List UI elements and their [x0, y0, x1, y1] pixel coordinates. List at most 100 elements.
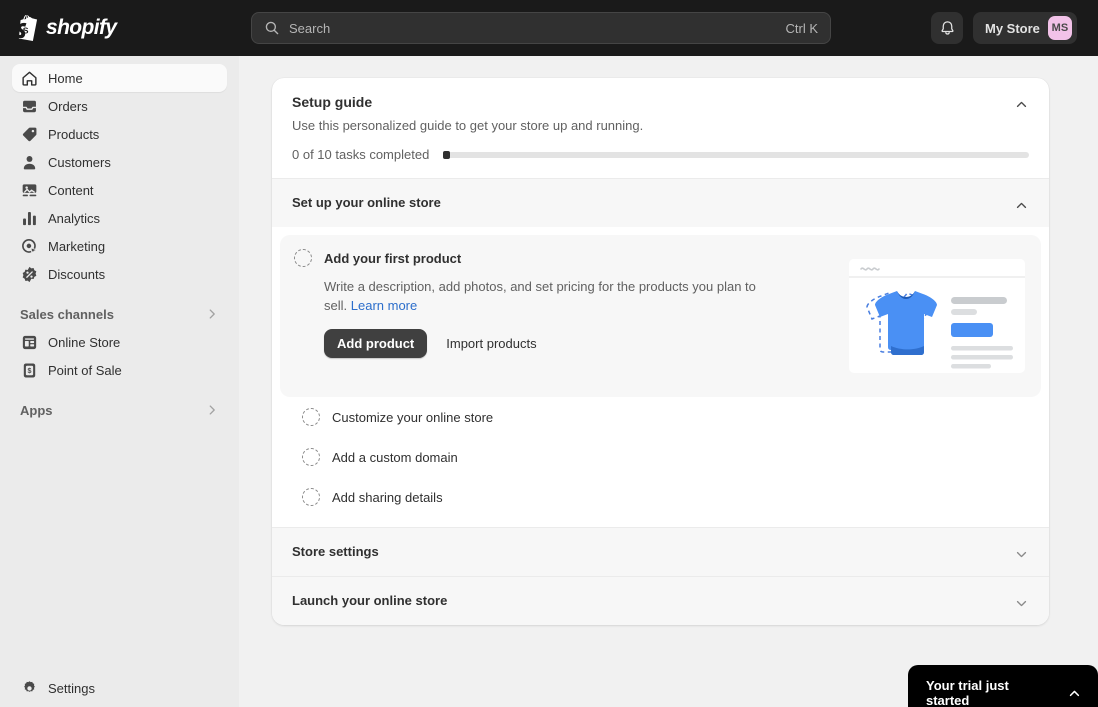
progress-label: 0 of 10 tasks completed: [292, 147, 429, 162]
store-name: My Store: [985, 21, 1040, 36]
sidebar-item-marketing[interactable]: Marketing: [12, 232, 227, 260]
search-input[interactable]: Search Ctrl K: [251, 12, 831, 44]
search-shortcut: Ctrl K: [786, 21, 819, 36]
dashed-circle-icon[interactable]: [302, 408, 320, 426]
product-tag-icon: [20, 125, 39, 144]
sidebar-item-label: Content: [48, 183, 94, 198]
sidebar-section-apps[interactable]: Apps: [12, 396, 227, 424]
setup-progress: 0 of 10 tasks completed: [272, 147, 1049, 178]
chevron-down-icon: [1014, 596, 1029, 611]
task-add-sharing-details[interactable]: Add sharing details: [288, 477, 1033, 517]
chevron-up-icon: [1014, 97, 1029, 112]
import-products-button[interactable]: Import products: [437, 329, 545, 358]
dashed-circle-icon[interactable]: [302, 448, 320, 466]
search-placeholder: Search: [289, 21, 786, 36]
shopify-bag-icon: S: [16, 15, 39, 41]
sidebar-section-label: Apps: [20, 403, 205, 418]
sidebar-item-label: Orders: [48, 99, 88, 114]
shopify-logo[interactable]: S shopify: [16, 15, 238, 41]
sidebar-item-settings[interactable]: Settings: [12, 674, 227, 702]
store-switcher-button[interactable]: My Store MS: [973, 12, 1077, 44]
sidebar-item-home[interactable]: Home: [12, 64, 227, 92]
sidebar-item-label: Marketing: [48, 239, 105, 254]
accordion-expand-button[interactable]: [1007, 589, 1035, 617]
home-icon: [20, 69, 39, 88]
storefront-icon: [20, 333, 39, 352]
sidebar-item-orders[interactable]: Orders: [12, 92, 227, 120]
sidebar: Home Orders Products Customers: [0, 56, 239, 707]
sidebar-item-discounts[interactable]: Discounts: [12, 260, 227, 288]
chevron-up-icon: [1067, 686, 1082, 701]
task-content: Add your first product Write a descripti…: [294, 249, 847, 381]
discount-badge-icon: [20, 265, 39, 284]
sidebar-item-label: Products: [48, 127, 99, 142]
accordion-expand-button[interactable]: [1007, 540, 1035, 568]
accordion-title: Launch your online store: [292, 593, 447, 608]
sidebar-spacer-2: [12, 384, 227, 396]
sidebar-item-online-store[interactable]: Online Store: [12, 328, 227, 356]
task-title: Add your first product: [324, 251, 461, 266]
accordion-launch-your-online-store[interactable]: Launch your online store: [272, 576, 1049, 625]
sidebar-spacer: [12, 288, 227, 300]
setup-guide-card: Setup guide Use this personalized guide …: [272, 78, 1049, 625]
sidebar-item-label: Analytics: [48, 211, 100, 226]
task-header: Add your first product: [294, 249, 837, 267]
marketing-target-icon: [20, 237, 39, 256]
sidebar-item-label: Online Store: [48, 335, 120, 350]
content-image-icon: [20, 181, 39, 200]
task-actions: Add product Import products: [324, 329, 837, 358]
trial-status-text: Your trial just started: [926, 678, 1055, 707]
sidebar-item-analytics[interactable]: Analytics: [12, 204, 227, 232]
setup-guide-subtitle: Use this personalized guide to get your …: [292, 118, 1029, 133]
accordion-title: Set up your online store: [292, 195, 441, 210]
task-title: Add a custom domain: [332, 450, 458, 465]
chevron-right-icon: [205, 307, 219, 321]
shopify-admin-page: S shopify Search Ctrl K My Store MS: [0, 0, 1098, 707]
task-description: Write a description, add photos, and set…: [324, 277, 776, 315]
dashed-circle-icon[interactable]: [294, 249, 312, 267]
chevron-up-icon: [1014, 198, 1029, 213]
chevron-right-icon: [205, 403, 219, 417]
sidebar-section-label: Sales channels: [20, 307, 205, 322]
bell-icon: [939, 20, 956, 37]
sidebar-section-sales-channels[interactable]: Sales channels: [12, 300, 227, 328]
avatar: MS: [1048, 16, 1072, 40]
task-title: Customize your online store: [332, 410, 493, 425]
point-of-sale-icon: $: [20, 361, 39, 380]
sidebar-item-customers[interactable]: Customers: [12, 148, 227, 176]
person-icon: [20, 153, 39, 172]
chevron-down-icon: [1014, 547, 1029, 562]
orders-inbox-icon: [20, 97, 39, 116]
setup-guide-collapse-button[interactable]: [1007, 90, 1035, 118]
sidebar-item-label: Home: [48, 71, 83, 86]
bar-chart-icon: [20, 209, 39, 228]
sidebar-item-label: Point of Sale: [48, 363, 122, 378]
progress-bar: [443, 152, 1029, 158]
task-add-your-first-product[interactable]: Add your first product Write a descripti…: [280, 235, 1041, 397]
accordion-title: Store settings: [292, 544, 379, 559]
notifications-button[interactable]: [931, 12, 963, 44]
task-list: Add your first product Write a descripti…: [272, 227, 1049, 527]
add-product-button[interactable]: Add product: [324, 329, 427, 358]
setup-guide-header: Setup guide Use this personalized guide …: [272, 78, 1049, 147]
tshirt-product-illustration: [847, 251, 1027, 381]
task-add-a-custom-domain[interactable]: Add a custom domain: [288, 437, 1033, 477]
sidebar-item-products[interactable]: Products: [12, 120, 227, 148]
sidebar-item-content[interactable]: Content: [12, 176, 227, 204]
main-content: Setup guide Use this personalized guide …: [239, 56, 1098, 707]
accordion-store-settings[interactable]: Store settings: [272, 527, 1049, 576]
learn-more-link[interactable]: Learn more: [351, 298, 417, 313]
sidebar-item-label: Customers: [48, 155, 111, 170]
sidebar-item-point-of-sale[interactable]: $ Point of Sale: [12, 356, 227, 384]
task-customize-your-online-store[interactable]: Customize your online store: [288, 397, 1033, 437]
page-title: Setup guide: [292, 94, 1029, 110]
accordion-collapse-button[interactable]: [1007, 191, 1035, 219]
svg-text:S: S: [23, 25, 29, 35]
top-bar: S shopify Search Ctrl K My Store MS: [0, 0, 1098, 56]
trial-status-bar[interactable]: Your trial just started: [908, 665, 1098, 707]
sidebar-item-label: Settings: [48, 681, 95, 696]
dashed-circle-icon[interactable]: [302, 488, 320, 506]
shopify-wordmark: shopify: [46, 16, 116, 40]
search-icon: [264, 20, 280, 36]
accordion-set-up-your-online-store[interactable]: Set up your online store: [272, 178, 1049, 227]
